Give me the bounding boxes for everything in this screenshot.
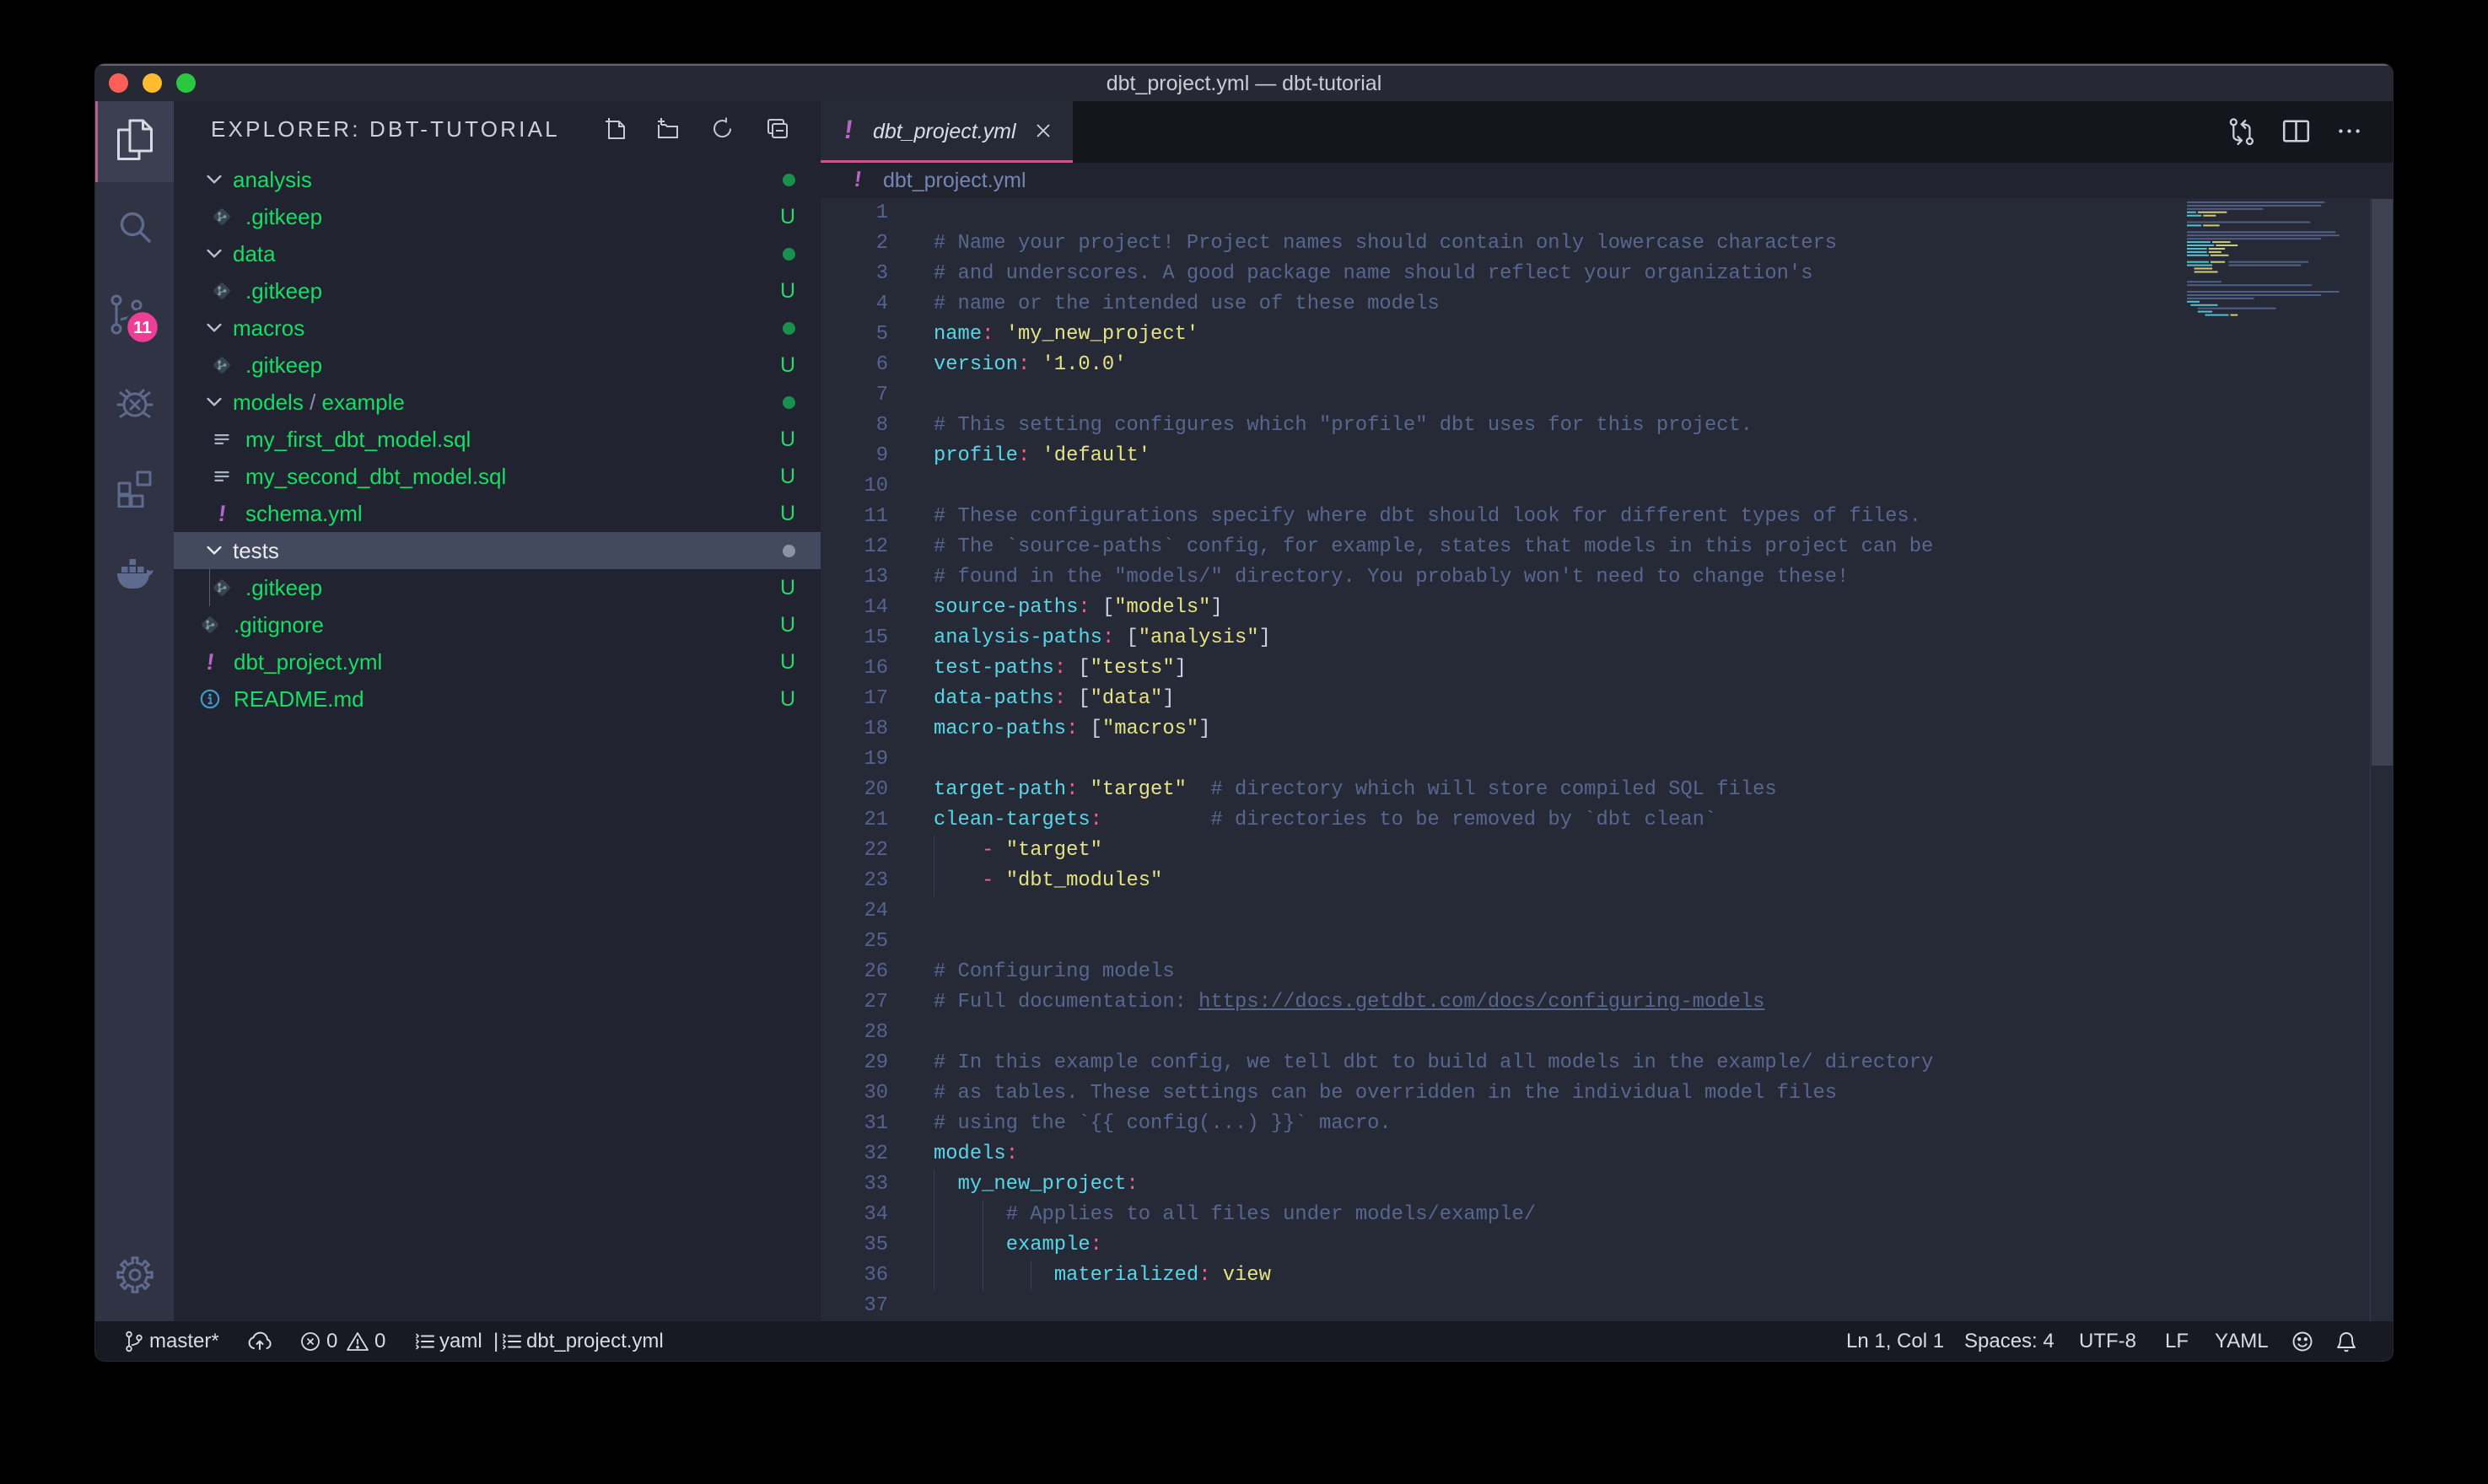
svg-text:11: 11 <box>133 318 152 337</box>
